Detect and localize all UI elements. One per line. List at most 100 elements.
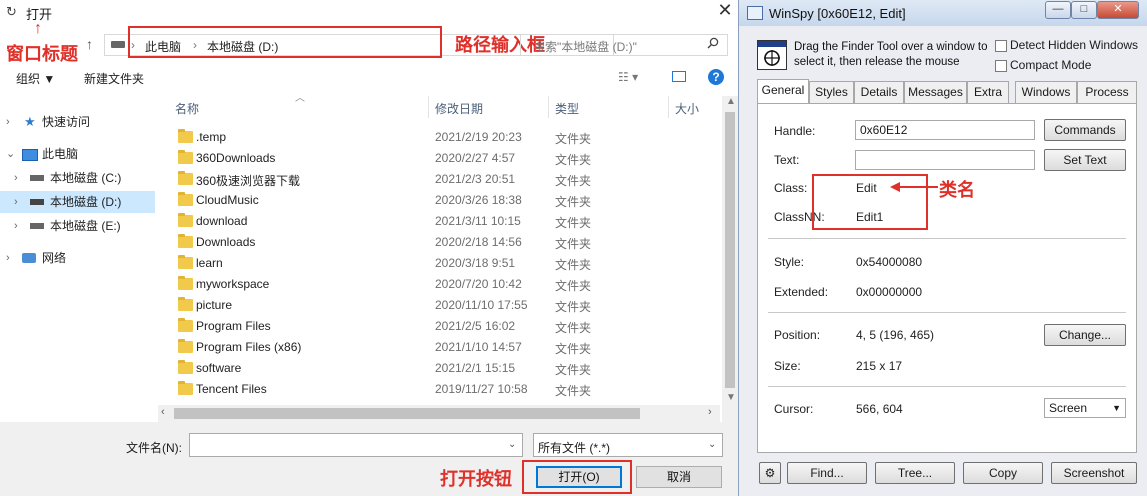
- tree-item-label: 此电脑: [42, 147, 79, 161]
- screen-select[interactable]: Screen ▼: [1044, 398, 1126, 418]
- expand-arrow-icon[interactable]: ›: [14, 215, 18, 237]
- tab-extra[interactable]: Extra: [967, 81, 1009, 103]
- folder-icon: [178, 192, 193, 206]
- view-options-icon[interactable]: ☷ ▾: [618, 70, 638, 84]
- horizontal-scrollbar[interactable]: ‹ ›: [158, 405, 720, 422]
- tab-general[interactable]: General: [757, 79, 809, 104]
- expand-arrow-icon[interactable]: ›: [14, 191, 18, 213]
- open-file-dialog: ↻ 打开 ✕ ↑ 窗口标题 ↑ › 此电脑 › 本地磁盘 (D:) 路径输入框 …: [0, 0, 738, 496]
- scroll-thumb[interactable]: [725, 112, 735, 388]
- drive-icon: [30, 199, 44, 205]
- sort-indicator-icon: ︿: [295, 93, 305, 104]
- minimize-button[interactable]: —: [1045, 1, 1071, 19]
- tab-process[interactable]: Process: [1077, 81, 1137, 103]
- tab-styles[interactable]: Styles: [809, 81, 854, 103]
- column-header-size[interactable]: 大小: [675, 100, 699, 117]
- scroll-right-icon[interactable]: ›: [708, 406, 712, 418]
- tree-item-label: 本地磁盘 (D:): [50, 195, 122, 209]
- gear-button[interactable]: ⚙: [759, 462, 781, 484]
- set-text-button[interactable]: Set Text: [1044, 149, 1126, 171]
- up-arrow-icon[interactable]: ↑: [86, 36, 93, 52]
- compact-mode-label[interactable]: Compact Mode: [1010, 58, 1091, 72]
- filetype-select[interactable]: 所有文件 (*.*) ⌄: [533, 433, 723, 457]
- scroll-down-icon[interactable]: ▼: [726, 392, 736, 403]
- drive-icon: [30, 175, 44, 181]
- detect-hidden-label[interactable]: Detect Hidden Windows: [1010, 38, 1138, 52]
- tree-item-drive-e[interactable]: › 本地磁盘 (E:): [0, 215, 155, 237]
- column-divider[interactable]: [548, 96, 549, 118]
- text-field[interactable]: [855, 150, 1035, 170]
- organize-menu[interactable]: 组织 ▼: [16, 70, 55, 87]
- file-date: 2020/3/26 18:38: [435, 193, 522, 207]
- chevron-down-icon[interactable]: ⌄: [708, 439, 716, 450]
- finder-tool[interactable]: [757, 40, 787, 70]
- scroll-thumb[interactable]: [174, 408, 640, 419]
- winspy-window: WinSpy [0x60E12, Edit] — □ ✕ Drag the Fi…: [738, 0, 1147, 496]
- file-row[interactable]: Tencent Files 2019/11/27 10:58 文件夹: [160, 380, 720, 401]
- detect-hidden-checkbox[interactable]: [995, 40, 1007, 52]
- column-header-date[interactable]: 修改日期: [435, 100, 483, 117]
- column-header-name[interactable]: 名称: [175, 100, 199, 117]
- scroll-up-icon[interactable]: ▲: [726, 96, 736, 107]
- file-row[interactable]: 360Downloads 2020/2/27 4:57 文件夹: [160, 149, 720, 170]
- folder-icon: [178, 339, 193, 353]
- compact-mode-checkbox[interactable]: [995, 60, 1007, 72]
- tree-item-this-pc[interactable]: ⌄ 此电脑: [0, 143, 155, 165]
- file-name: download: [196, 214, 248, 228]
- annotation-open-button: 打开按钮: [440, 469, 512, 489]
- filename-input[interactable]: ⌄: [189, 433, 523, 457]
- folder-icon: [178, 129, 193, 143]
- copy-button[interactable]: Copy: [963, 462, 1043, 484]
- chevron-down-icon[interactable]: ⌄: [508, 439, 516, 450]
- column-divider[interactable]: [668, 96, 669, 118]
- change-button[interactable]: Change...: [1044, 324, 1126, 346]
- dropdown-arrow-icon[interactable]: ▼: [1112, 399, 1121, 417]
- file-row[interactable]: Program Files (x86) 2021/1/10 14:57 文件夹: [160, 338, 720, 359]
- file-date: 2021/2/19 20:23: [435, 130, 522, 144]
- tab-details[interactable]: Details: [854, 81, 904, 103]
- commands-button[interactable]: Commands: [1044, 119, 1126, 141]
- file-row[interactable]: Program Files 2021/2/5 16:02 文件夹: [160, 317, 720, 338]
- column-divider[interactable]: [428, 96, 429, 118]
- cancel-button[interactable]: 取消: [636, 466, 722, 488]
- file-row[interactable]: .temp 2021/2/19 20:23 文件夹: [160, 128, 720, 149]
- tree-button[interactable]: Tree...: [875, 462, 955, 484]
- file-row[interactable]: picture 2020/11/10 17:55 文件夹: [160, 296, 720, 317]
- search-box[interactable]: 搜索"本地磁盘 (D:)": [520, 34, 728, 56]
- file-row[interactable]: Downloads 2020/2/18 14:56 文件夹: [160, 233, 720, 254]
- preview-pane-icon[interactable]: [672, 71, 686, 82]
- file-name: Downloads: [196, 235, 256, 249]
- find-button[interactable]: Find...: [787, 462, 867, 484]
- file-row[interactable]: learn 2020/3/18 9:51 文件夹: [160, 254, 720, 275]
- search-placeholder: 搜索"本地磁盘 (D:)": [533, 40, 637, 54]
- file-type: 文件夹: [555, 384, 592, 398]
- column-header-type[interactable]: 类型: [555, 100, 579, 117]
- tree-item-drive-d[interactable]: › 本地磁盘 (D:): [0, 191, 155, 213]
- file-row[interactable]: download 2021/3/11 10:15 文件夹: [160, 212, 720, 233]
- maximize-button[interactable]: □: [1071, 1, 1097, 19]
- file-row[interactable]: CloudMusic 2020/3/26 18:38 文件夹: [160, 191, 720, 212]
- annotation-arrow-left: [890, 182, 938, 192]
- file-row[interactable]: software 2021/2/1 15:15 文件夹: [160, 359, 720, 380]
- annotation-open-button-box: [522, 460, 632, 494]
- help-icon[interactable]: ?: [708, 69, 724, 85]
- vertical-scrollbar[interactable]: ▲ ▼: [722, 96, 738, 422]
- tree-item-quick-access[interactable]: › ★ 快速访问: [0, 111, 155, 133]
- close-icon[interactable]: ✕: [716, 1, 734, 19]
- expand-arrow-icon[interactable]: ›: [6, 111, 10, 133]
- handle-field[interactable]: 0x60E12: [855, 120, 1035, 140]
- file-type: 文件夹: [555, 153, 592, 167]
- screenshot-button[interactable]: Screenshot: [1051, 462, 1137, 484]
- expand-arrow-icon[interactable]: ›: [6, 247, 10, 269]
- expand-arrow-icon[interactable]: ›: [14, 167, 18, 189]
- file-row[interactable]: myworkspace 2020/7/20 10:42 文件夹: [160, 275, 720, 296]
- tree-item-drive-c[interactable]: › 本地磁盘 (C:): [0, 167, 155, 189]
- tab-messages[interactable]: Messages: [904, 81, 967, 103]
- tab-windows[interactable]: Windows: [1015, 81, 1077, 103]
- close-button[interactable]: ✕: [1097, 1, 1139, 19]
- expand-arrow-icon[interactable]: ⌄: [6, 143, 15, 165]
- tree-item-network[interactable]: › 网络: [0, 247, 155, 269]
- scroll-left-icon[interactable]: ‹: [161, 406, 165, 418]
- new-folder-button[interactable]: 新建文件夹: [84, 70, 144, 87]
- file-row[interactable]: 360极速浏览器下载 2021/2/3 20:51 文件夹: [160, 170, 720, 191]
